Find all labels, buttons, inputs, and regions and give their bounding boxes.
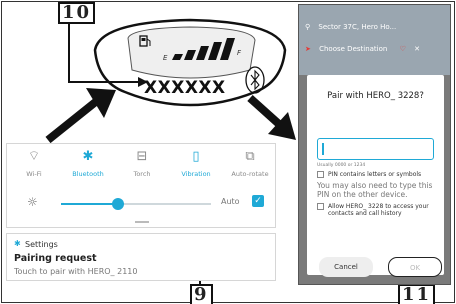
panel-drag-handle[interactable] (135, 221, 149, 223)
bluetooth-icon: ✱ (82, 149, 94, 164)
location-text: Sector 37C, Hero Ho... (318, 23, 397, 31)
wifi-label: Wi-Fi (26, 170, 42, 178)
map-header (299, 5, 450, 75)
location-bar[interactable]: ⚲ Sector 37C, Hero Ho... (305, 23, 445, 37)
close-icon[interactable]: ✕ (414, 45, 420, 53)
vibration-icon: ▯ (192, 149, 200, 164)
cancel-button[interactable]: Cancel (319, 257, 373, 277)
pin-hint: Usually 0000 or 1234 (317, 163, 366, 168)
phone-screen: ⚲ Sector 37C, Hero Ho... ➤ Choose Destin… (298, 4, 451, 285)
destination-input[interactable]: Choose Destination (319, 45, 387, 53)
vibration-label: Vibration (181, 170, 211, 178)
auto-rotate-label: Auto-rotate (231, 170, 269, 178)
auto-brightness-checkbox[interactable]: ✓ (252, 195, 264, 207)
notification-title: Pairing request (14, 253, 97, 264)
pin-input[interactable] (317, 138, 434, 160)
letters-checkbox[interactable] (317, 171, 324, 178)
dashboard-code: XXXXXX (144, 78, 226, 98)
letters-checkbox-row[interactable]: PIN contains letters or symbols (317, 171, 421, 178)
dialog-note: You may also need to type this PIN on th… (317, 181, 433, 199)
favorite-heart-icon[interactable]: ♡ (400, 45, 406, 53)
wifi-icon: ⌔ (27, 149, 41, 164)
step-10-label: 10 (58, 2, 96, 24)
auto-rotate-tile[interactable]: ⧉ Auto-rotate (223, 148, 277, 178)
navigation-arrow-icon: ➤ (305, 45, 311, 53)
access-checkbox-row[interactable]: Allow HERO_ 3228 to access your contacts… (317, 203, 439, 217)
torch-icon: ⊟ (136, 149, 148, 164)
bluetooth-label: Bluetooth (72, 170, 104, 178)
text-caret (322, 143, 324, 155)
brightness-thumb[interactable] (112, 198, 124, 210)
destination-bar[interactable]: ➤ Choose Destination ♡ ✕ (305, 45, 445, 59)
wifi-tile[interactable]: ⌔ Wi-Fi (7, 148, 61, 178)
location-pin-icon: ⚲ (305, 23, 311, 31)
notification-body: Touch to pair with HERO_ 2110 (14, 267, 138, 276)
dialog-title: Pair with HERO_ 3228? (327, 91, 424, 101)
ok-button[interactable]: OK (388, 257, 442, 277)
brightness-fill (61, 203, 118, 205)
quick-settings-panel: ⌔ Wi-Fi ✱ Bluetooth ⊟ Torch ▯ Vibration … (6, 143, 276, 228)
step-11-label: 11 (398, 284, 436, 304)
brightness-slider[interactable] (61, 198, 211, 210)
letters-checkbox-label: PIN contains letters or symbols (328, 171, 422, 178)
arrow-to-dashboard (45, 88, 116, 144)
notification-app-name: Settings (25, 240, 58, 249)
bluetooth-small-icon: ✱ (14, 239, 21, 248)
rotate-icon: ⧉ (245, 149, 255, 164)
bluetooth-tile[interactable]: ✱ Bluetooth (61, 148, 115, 178)
step-9-label: 9 (190, 284, 213, 304)
brightness-icon: ☼ (27, 195, 38, 209)
torch-label: Torch (133, 170, 151, 178)
access-checkbox[interactable] (317, 203, 324, 210)
access-checkbox-label: Allow HERO_ 3228 to access your contacts… (328, 203, 429, 217)
svg-text:E: E (163, 54, 168, 62)
arrow-to-phone (247, 95, 296, 140)
vibration-tile[interactable]: ▯ Vibration (169, 148, 223, 178)
pair-dialog: Pair with HERO_ 3228? Usually 0000 or 12… (307, 75, 444, 277)
torch-tile[interactable]: ⊟ Torch (115, 148, 169, 178)
auto-brightness-label: Auto (221, 197, 240, 206)
dashboard-bluetooth-icon (245, 66, 265, 94)
pairing-notification[interactable]: ✱ Settings Pairing request Touch to pair… (6, 233, 276, 281)
